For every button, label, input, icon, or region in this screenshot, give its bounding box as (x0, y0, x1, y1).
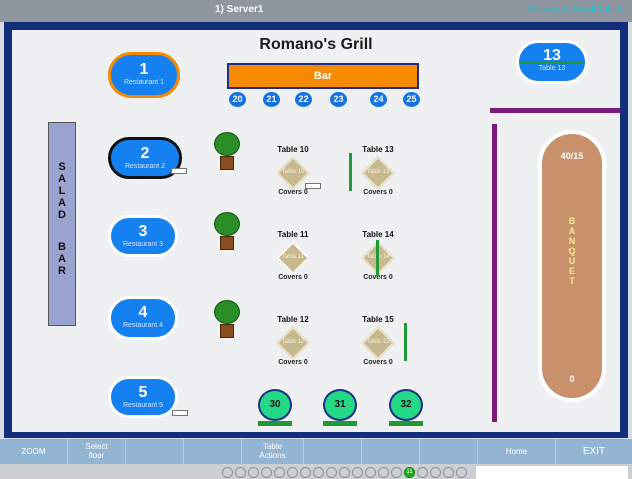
zoom-button[interactable]: ZOOM (0, 439, 68, 464)
floor-indicator[interactable] (378, 467, 389, 478)
table-title: Table 12 (277, 315, 309, 324)
floor-indicator[interactable] (417, 467, 428, 478)
toolbar-blank-button[interactable] (304, 439, 362, 464)
toolbar-blank-button[interactable] (184, 439, 242, 464)
status-message-box (476, 466, 628, 479)
active-floor-indicator[interactable]: 11 (404, 467, 415, 478)
table-covers: Covers 0 (278, 274, 308, 281)
table-30[interactable]: 30 (258, 389, 292, 421)
table-2-tag (171, 168, 187, 174)
table-number: 4 (138, 304, 148, 321)
plant-icon (214, 300, 240, 342)
floor-indicator[interactable] (300, 467, 311, 478)
floor-indicator[interactable] (365, 467, 376, 478)
floor-indicator[interactable] (339, 467, 350, 478)
table-10[interactable]: Table 10 Table 10 Covers 0 (253, 145, 333, 217)
table-number: 2 (140, 145, 150, 162)
floor-indicator[interactable] (274, 467, 285, 478)
table-label: Table 13 (538, 65, 566, 72)
table-14-status-bar (376, 240, 379, 276)
table-32-status-line (389, 421, 423, 426)
bar-stool[interactable]: 24 (370, 92, 387, 107)
table-5-tag (172, 410, 188, 416)
salad-bar-letter: R (58, 265, 66, 277)
banquet-label: B A N Q U E T (568, 216, 576, 286)
table-inner-label: Table 11 (281, 254, 305, 260)
floor-indicator[interactable] (287, 467, 298, 478)
table-covers: Covers 0 (278, 359, 308, 366)
floor-indicator[interactable] (456, 467, 467, 478)
floor-indicator[interactable] (443, 467, 454, 478)
table-10-tag (305, 183, 321, 189)
table-31[interactable]: 31 (323, 389, 357, 421)
table-label: Restaurant 2 (124, 163, 166, 170)
table-13-status-bar (349, 153, 352, 191)
floor-indicator[interactable] (235, 467, 246, 478)
table-label: Restaurant 4 (122, 322, 164, 329)
table-12[interactable]: Table 12 Table 12 Covers 0 (253, 315, 333, 387)
table-number: 3 (138, 223, 148, 240)
table-number: 5 (138, 384, 148, 401)
table-title: Table 10 (277, 145, 309, 154)
floor-indicator[interactable] (352, 467, 363, 478)
bar-stool[interactable]: 22 (295, 92, 312, 107)
table-13-status-line (520, 61, 584, 64)
toolbar-blank-button[interactable] (362, 439, 420, 464)
table-title: Table 11 (277, 230, 309, 239)
salad-bar-letter: A (58, 253, 66, 265)
floor-indicator[interactable] (222, 467, 233, 478)
divider-wall-vertical (492, 124, 497, 422)
table-label: Restaurant 1 (123, 79, 165, 86)
banquet-table[interactable]: 40/15 B A N Q U E T 0 (538, 130, 606, 402)
plant-icon (214, 132, 240, 174)
floor-indicator[interactable] (248, 467, 259, 478)
table-label: Restaurant 5 (122, 402, 164, 409)
banquet-covers: 0 (569, 374, 575, 384)
title-right-info: Restaurant Scroll Tables (526, 4, 624, 14)
salad-bar-letter: S (58, 161, 66, 173)
table-covers: Covers 0 (278, 189, 308, 196)
table-32[interactable]: 32 (389, 389, 423, 421)
toolbar-blank-button[interactable] (420, 439, 478, 464)
home-button[interactable]: Home (478, 439, 556, 464)
salad-bar: S A L A D B A R (48, 122, 76, 326)
floor-indicator[interactable] (391, 467, 402, 478)
salad-bar-letter: B (58, 241, 66, 253)
floor-indicator[interactable] (326, 467, 337, 478)
salad-bar-letter: A (58, 197, 66, 209)
bar-stool[interactable]: 23 (330, 92, 347, 107)
table-label: Restaurant 3 (122, 241, 164, 248)
bar-stool[interactable]: 20 (229, 92, 246, 107)
plant-icon (214, 212, 240, 254)
divider-wall-horizontal (490, 108, 620, 113)
bar-stool[interactable]: 21 (263, 92, 280, 107)
floor-indicator[interactable] (313, 467, 324, 478)
table-title: Table 14 (362, 230, 394, 239)
table-1[interactable]: 1 Restaurant 1 (108, 52, 180, 98)
server-name: 1) Server1 (215, 4, 264, 15)
bar-stool[interactable]: 25 (403, 92, 420, 107)
salad-bar-letter: L (58, 185, 66, 197)
table-11[interactable]: Table 11 Table 11 Covers 0 (253, 230, 333, 302)
bar-counter[interactable]: Bar (227, 63, 419, 89)
salad-bar-letter: D (58, 209, 66, 221)
table-inner-label: Table 10 (281, 169, 305, 175)
title-bar: 1) Server1 Restaurant Scroll Tables (0, 0, 632, 22)
banquet-capacity: 40/15 (560, 151, 584, 161)
floor-indicator[interactable] (261, 467, 272, 478)
table-actions-button[interactable]: Table Actions (242, 439, 304, 464)
table-3[interactable]: 3 Restaurant 3 (108, 215, 178, 257)
table-number: 1 (139, 61, 149, 78)
select-floor-button[interactable]: Select floor (68, 439, 126, 464)
table-30-status-line (258, 421, 292, 426)
table-4[interactable]: 4 Restaurant 4 (108, 296, 178, 340)
exit-button[interactable]: EXIT (556, 439, 632, 464)
floor-indicator[interactable] (430, 467, 441, 478)
table-inner-label: Table 12 (281, 339, 305, 345)
salad-bar-letter: A (58, 173, 66, 185)
table-31-status-line (323, 421, 357, 426)
table-15-status-bar (404, 323, 407, 361)
table-5[interactable]: 5 Restaurant 5 (108, 376, 178, 418)
toolbar-blank-button[interactable] (126, 439, 184, 464)
